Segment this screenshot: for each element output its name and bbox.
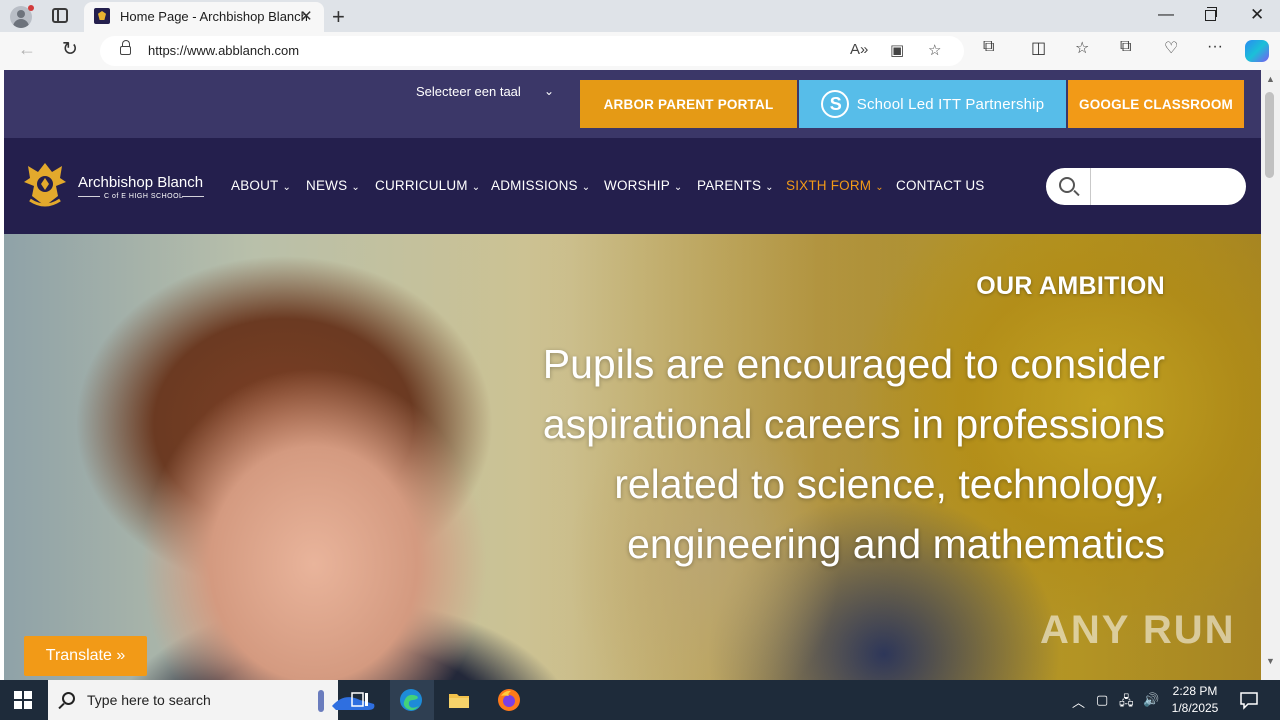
arbor-parent-portal-button[interactable]: ARBOR PARENT PORTAL — [580, 80, 797, 128]
new-tab-icon[interactable]: + — [332, 4, 345, 30]
hero-text: Pupils are encouraged to consider aspira… — [542, 341, 1165, 567]
itt-logo-icon — [820, 90, 849, 118]
nav-worship-label: WORSHIP — [604, 178, 670, 193]
school-subtitle: C of E HIGH SCHOOL — [104, 193, 184, 200]
itt-partnership-button[interactable]: School Led ITT Partnership — [799, 80, 1066, 128]
nav-parents[interactable]: PARENTS ⌄ — [697, 178, 774, 193]
start-icon[interactable] — [14, 691, 32, 709]
nav-sixth-form[interactable]: SIXTH FORM ⌄ — [786, 178, 884, 193]
back-icon[interactable]: ← — [18, 39, 36, 60]
chevron-down-icon: ⌄ — [673, 182, 683, 193]
firefox-icon[interactable] — [497, 688, 521, 712]
language-select[interactable]: Selecteer een taal ⌄ — [416, 84, 564, 108]
browser-essentials-icon[interactable]: ♡ — [1164, 38, 1178, 58]
search-icon[interactable] — [1059, 177, 1075, 193]
page-scrollbar[interactable]: ▲ ▼ — [1261, 70, 1280, 680]
minimize-icon[interactable]: — — [1158, 6, 1174, 24]
watermark: ANY RUN — [1040, 608, 1236, 652]
close-tab-icon[interactable]: ✕ — [300, 7, 313, 25]
favorites-icon[interactable]: ☆ — [1075, 38, 1089, 58]
search-input[interactable] — [1094, 173, 1234, 200]
tab-title: Home Page - Archbishop Blanch — [120, 9, 308, 24]
file-explorer-icon[interactable] — [447, 688, 471, 712]
web-page: Selecteer een taal ⌄ ARBOR PARENT PORTAL… — [4, 70, 1261, 680]
task-view-icon[interactable] — [348, 688, 372, 712]
language-select-label: Selecteer een taal — [416, 84, 521, 99]
taskbar-search[interactable]: Type here to search — [48, 680, 375, 720]
nav-worship[interactable]: WORSHIP ⌄ — [604, 178, 683, 193]
hero-banner: OUR AMBITION Pupils are encouraged to co… — [4, 234, 1261, 680]
restore-icon[interactable] — [1205, 7, 1217, 21]
chevron-down-icon: ⌄ — [765, 182, 774, 193]
edge-icon[interactable] — [399, 688, 423, 712]
translate-button[interactable]: Translate » — [24, 636, 147, 676]
scroll-up-icon[interactable]: ▲ — [1266, 74, 1275, 84]
reload-icon[interactable]: ↻ — [62, 38, 78, 61]
nav-curriculum-label: CURRICULUM — [375, 178, 468, 193]
collections-icon[interactable]: ⧉ — [1120, 38, 1131, 56]
nav-parents-label: PARENTS — [697, 178, 762, 193]
clock-time: 2:28 PM — [1172, 684, 1218, 698]
chevron-down-icon: ⌄ — [544, 84, 555, 98]
immersive-reader-icon[interactable]: ▣ — [890, 41, 904, 59]
school-favicon-icon — [94, 8, 110, 24]
nav-sixth-form-label: SIXTH FORM — [786, 178, 872, 193]
chevron-down-icon: ⌄ — [282, 182, 292, 193]
school-crest-icon[interactable] — [22, 160, 68, 210]
nav-about-label: ABOUT — [231, 178, 279, 193]
show-hidden-icons-icon[interactable]: ︿ — [1072, 692, 1085, 711]
notification-dot — [28, 5, 34, 11]
nav-contact-us-label: CONTACT US — [896, 178, 985, 193]
nav-admissions-label: ADMISSIONS — [491, 178, 578, 193]
read-aloud-icon[interactable]: A» — [850, 41, 868, 58]
browser-tab[interactable]: Home Page - Archbishop Blanch ✕ — [84, 2, 324, 32]
network-icon[interactable]: 🖧 — [1119, 692, 1134, 714]
notification-center-icon[interactable] — [1237, 688, 1261, 712]
device-icon[interactable]: ▢ — [1096, 692, 1108, 708]
url-text[interactable]: https://www.abblanch.com — [148, 43, 299, 58]
search-icon — [62, 692, 75, 705]
logo-divider — [78, 196, 100, 197]
chevron-down-icon: ⌄ — [351, 182, 360, 193]
system-clock[interactable]: 2:28 PM 1/8/2025 — [1168, 683, 1222, 717]
itt-partnership-label: School Led ITT Partnership — [856, 95, 1045, 113]
taskbar-search-placeholder: Type here to search — [87, 692, 211, 708]
chevron-down-icon: ⌄ — [581, 182, 591, 193]
browser-tab-bar: Home Page - Archbishop Blanch ✕ + — ✕ — [0, 0, 1280, 32]
clock-date: 1/8/2025 — [1171, 701, 1219, 715]
logo-divider — [182, 196, 204, 197]
favorite-star-icon[interactable]: ☆ — [928, 41, 941, 59]
top-utility-bar: Selecteer een taal ⌄ ARBOR PARENT PORTAL… — [4, 70, 1261, 138]
window-close-icon[interactable]: ✕ — [1250, 5, 1264, 25]
hero-kicker: OUR AMBITION — [976, 272, 1165, 300]
nav-curriculum[interactable]: CURRICULUM ⌄ — [375, 178, 480, 193]
scroll-down-icon[interactable]: ▼ — [1266, 656, 1275, 666]
more-menu-icon[interactable]: ··· — [1207, 38, 1223, 56]
site-search — [1046, 168, 1246, 205]
google-classroom-button[interactable]: GOOGLE CLASSROOM — [1068, 80, 1244, 128]
windows-taskbar: Type here to search ︿ ▢ 🖧 🔊 2:28 PM 1/8/… — [0, 680, 1280, 720]
split-screen-icon[interactable]: ◫ — [1031, 38, 1046, 58]
nav-contact-us[interactable]: CONTACT US — [896, 178, 985, 193]
lock-icon[interactable] — [120, 40, 131, 55]
search-divider — [1090, 168, 1091, 205]
copilot-icon[interactable] — [1245, 40, 1269, 62]
tab-actions-icon[interactable] — [52, 8, 68, 23]
scroll-thumb[interactable] — [1265, 92, 1274, 178]
nav-admissions[interactable]: ADMISSIONS ⌄ — [491, 178, 590, 193]
chevron-down-icon: ⌄ — [471, 182, 481, 193]
nav-news[interactable]: NEWS ⌄ — [306, 178, 360, 193]
nav-about[interactable]: ABOUT ⌄ — [231, 178, 291, 193]
volume-icon[interactable]: 🔊 — [1143, 692, 1159, 708]
address-bar[interactable]: https://www.abblanch.com A» ▣ ☆ — [100, 36, 964, 66]
school-name[interactable]: Archbishop Blanch — [78, 174, 203, 191]
extensions-icon[interactable]: ⧉ — [983, 38, 994, 56]
chevron-down-icon: ⌄ — [875, 182, 884, 193]
nav-news-label: NEWS — [306, 178, 348, 193]
main-navbar: Archbishop Blanch C of E HIGH SCHOOL ABO… — [4, 138, 1261, 234]
